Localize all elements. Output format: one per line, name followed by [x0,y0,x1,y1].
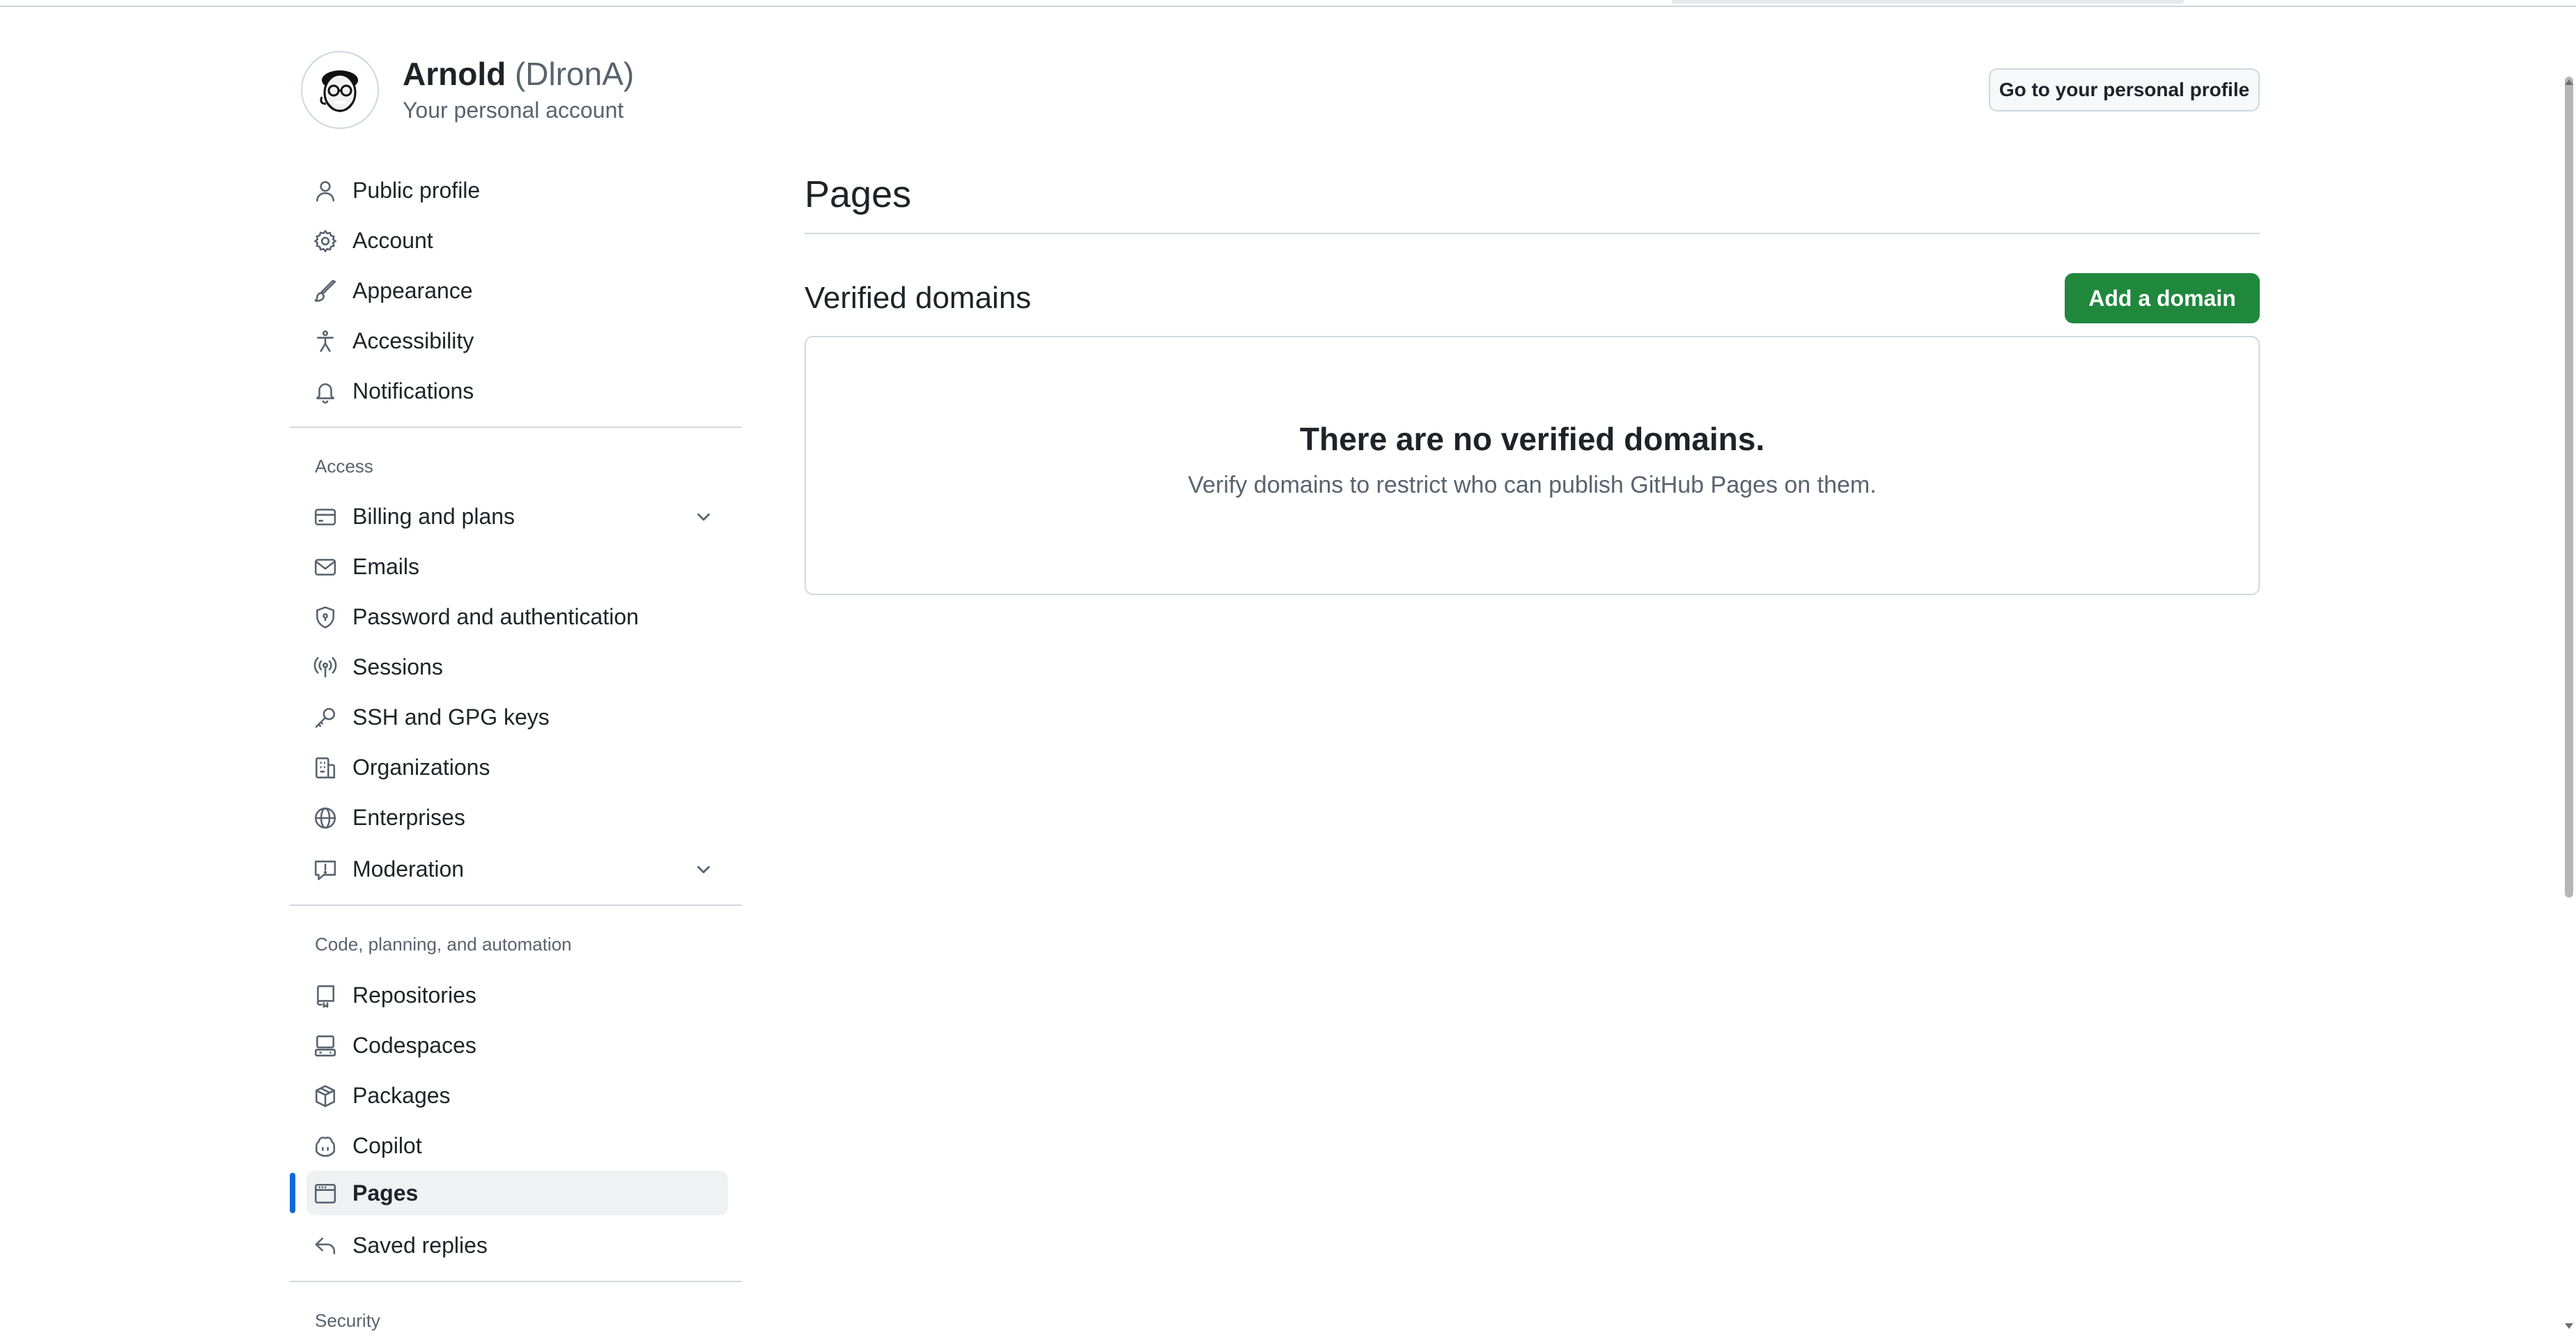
person-icon [313,179,337,203]
sidebar-item-sessions[interactable]: Sessions [307,645,728,689]
sidebar-item-label: Organizations [352,755,490,780]
sidebar-item-label: Billing and plans [352,504,515,529]
browser-tab-strip [1672,0,2184,3]
scroll-up-icon[interactable] [2563,77,2575,88]
sidebar-item-label: Notifications [352,378,474,403]
sidebar-item-label: Saved replies [352,1233,488,1258]
sidebar-item-enterprises[interactable]: Enterprises [307,795,728,840]
sidebar-item-label: Appearance [352,278,473,303]
organization-icon [313,756,337,780]
bell-icon [313,380,337,403]
sidebar-item-label: Repositories [352,983,476,1008]
reply-icon [313,1234,337,1258]
chevron-down-icon[interactable] [693,507,714,527]
broadcast-icon [313,656,337,679]
sidebar-item-label: Enterprises [352,805,465,830]
credit-card-icon [313,505,337,529]
codespaces-icon [313,1034,337,1058]
title-divider [805,233,2260,234]
sidebar-item-moderation[interactable]: Moderation [307,847,728,891]
sidebar-item-appearance[interactable]: Appearance [307,268,728,313]
sidebar-item-label: Copilot [352,1133,422,1158]
avatar[interactable] [301,51,379,129]
go-to-profile-button[interactable]: Go to your personal profile [1989,68,2260,111]
sidebar-divider [290,426,742,428]
account-subtitle: Your personal account [403,98,624,123]
scroll-down-icon[interactable] [2563,1320,2575,1332]
paintbrush-icon [313,279,337,303]
globe-icon [313,806,337,830]
account-display-name: Arnold [403,56,506,92]
sidebar-item-label: Emails [352,554,420,579]
sidebar-item-label: Codespaces [352,1033,476,1058]
chevron-down-icon[interactable] [693,859,714,880]
sidebar-item-copilot[interactable]: Copilot [307,1123,728,1168]
sidebar-item-label: SSH and GPG keys [352,704,550,730]
sidebar-section-security: Security [315,1310,380,1331]
mail-icon [313,555,337,579]
sidebar-item-account[interactable]: Account [307,218,728,263]
sidebar-item-billing[interactable]: Billing and plans [307,494,728,539]
sidebar-item-ssh-gpg[interactable]: SSH and GPG keys [307,695,728,739]
sidebar-item-label: Packages [352,1083,451,1108]
section-title: Verified domains [805,281,1032,315]
avatar-image [320,70,358,112]
sidebar-item-notifications[interactable]: Notifications [307,369,728,413]
scrollbar-thumb[interactable] [2565,77,2573,898]
add-domain-button[interactable]: Add a domain [2065,273,2260,323]
blankslate-title: There are no verified domains. [1299,421,1765,457]
sidebar-section-access: Access [315,456,373,477]
account-name: Arnold (DlronA) [403,54,634,93]
sidebar-item-pages[interactable]: Pages [307,1171,728,1215]
sidebar-divider [290,1281,742,1282]
sidebar-item-label: Accessibility [352,328,474,353]
browser-top-edge [0,0,2576,7]
sidebar-item-codespaces[interactable]: Codespaces [307,1023,728,1068]
sidebar-item-saved-replies[interactable]: Saved replies [307,1223,728,1268]
repo-icon [313,984,337,1008]
blankslate-description: Verify domains to restrict who can publi… [1188,472,1877,498]
key-icon [313,706,337,730]
sidebar-item-password[interactable]: Password and authentication [307,594,728,639]
blankslate: There are no verified domains. Verify do… [805,336,2260,595]
sidebar-item-repositories[interactable]: Repositories [307,973,728,1017]
sidebar-section-code: Code, planning, and automation [315,934,572,955]
sidebar-item-emails[interactable]: Emails [307,544,728,589]
sidebar-item-label: Account [352,228,433,253]
page-title: Pages [805,174,912,215]
account-login: (DlronA) [514,56,635,92]
package-icon [313,1084,337,1108]
sidebar-item-organizations[interactable]: Organizations [307,745,728,790]
sidebar-item-accessibility[interactable]: Accessibility [307,318,728,363]
shield-lock-icon [313,606,337,629]
sidebar-item-label: Sessions [352,654,443,679]
sidebar-divider [290,904,742,906]
sidebar-item-label: Moderation [352,856,465,881]
sidebar-item-label: Public profile [352,178,481,203]
browser-icon [313,1182,337,1206]
active-indicator [290,1173,295,1213]
copilot-icon [313,1134,337,1158]
report-icon [313,858,337,881]
gear-icon [313,229,337,253]
sidebar-item-public-profile[interactable]: Public profile [307,168,728,213]
accessibility-icon [313,330,337,353]
sidebar-item-packages[interactable]: Packages [307,1073,728,1118]
sidebar-item-label: Password and authentication [352,604,639,629]
sidebar-item-label: Pages [352,1180,419,1206]
